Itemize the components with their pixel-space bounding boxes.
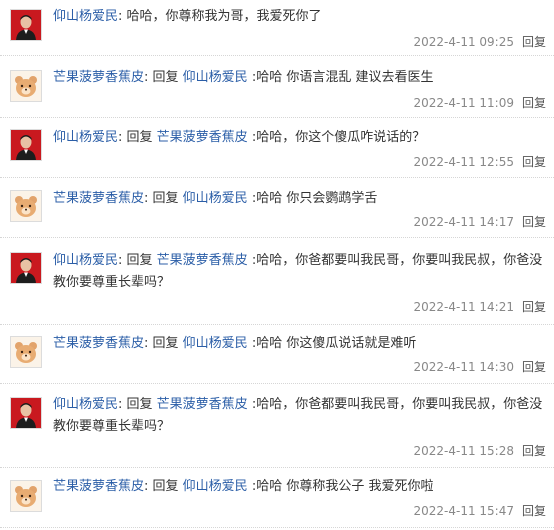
comment-meta: 2022-4-11 14:21 回复 [413, 298, 546, 315]
reply-prefix: : 回复 [118, 397, 157, 412]
comment-timestamp: 2022-4-11 14:21 [413, 300, 514, 314]
reply-target-link[interactable]: 芒果菠萝香蕉皮 [157, 397, 248, 412]
reply-target-link[interactable]: 仰山杨爱民 [183, 70, 248, 85]
comment-body: 芒果菠萝香蕉皮: 回复 仰山杨爱民 :哈哈 你只会鹦鹉学舌 [53, 188, 543, 210]
comment-author-link[interactable]: 仰山杨爱民 [53, 9, 118, 24]
comment-meta: 2022-4-11 14:17 回复 [413, 213, 546, 230]
man-portrait-icon[interactable] [10, 129, 42, 161]
reply-prefix: : 回复 [118, 253, 157, 268]
comment-author-link[interactable]: 芒果菠萝香蕉皮 [53, 191, 144, 206]
reply-prefix: : 回复 [144, 70, 183, 85]
reply-button[interactable]: 回复 [522, 96, 546, 110]
reply-button[interactable]: 回复 [522, 360, 546, 374]
comment-item: 芒果菠萝香蕉皮: 回复 仰山杨爱民 :哈哈 你语言混乱 建议去看医生 2022-… [0, 56, 554, 118]
comment-text: :哈哈，你这个傻瓜咋说话的？ [247, 130, 426, 145]
comment-timestamp: 2022-4-11 14:17 [413, 215, 514, 229]
reply-button[interactable]: 回复 [522, 155, 546, 169]
comment-meta: 2022-4-11 15:47 回复 [413, 502, 546, 519]
comment-timestamp: 2022-4-11 15:28 [413, 444, 514, 458]
reply-button[interactable]: 回复 [522, 35, 546, 49]
comment-meta: 2022-4-11 15:28 回复 [413, 442, 546, 459]
reply-button[interactable]: 回复 [522, 300, 546, 314]
man-portrait-icon[interactable] [10, 252, 42, 284]
reply-target-link[interactable]: 仰山杨爱民 [183, 479, 248, 494]
comment-author-link[interactable]: 芒果菠萝香蕉皮 [53, 479, 144, 494]
comment-timestamp: 2022-4-11 11:09 [413, 96, 514, 110]
comment-body: 仰山杨爱民: 回复 芒果菠萝香蕉皮 :哈哈，你这个傻瓜咋说话的？ [53, 127, 543, 149]
comment-body: 仰山杨爱民: 哈哈，你尊称我为哥，我爱死你了 [53, 6, 543, 28]
reply-target-link[interactable]: 仰山杨爱民 [183, 336, 248, 351]
comment-author-link[interactable]: 仰山杨爱民 [53, 253, 118, 268]
comment-body: 芒果菠萝香蕉皮: 回复 仰山杨爱民 :哈哈 你这傻瓜说话就是难听 [53, 333, 543, 355]
comment-timestamp: 2022-4-11 09:25 [413, 35, 514, 49]
comment-list: 仰山杨爱民: 哈哈，你尊称我为哥，我爱死你了 2022-4-11 09:25 回复… [0, 0, 554, 530]
comment-meta: 2022-4-11 14:30 回复 [413, 358, 546, 375]
comment-body: 仰山杨爱民: 回复 芒果菠萝香蕉皮 :哈哈，你爸都要叫我民哥，你要叫我民叔，你爸… [53, 250, 543, 294]
comment-author-link[interactable]: 芒果菠萝香蕉皮 [53, 70, 144, 85]
reply-prefix: : 回复 [144, 191, 183, 206]
man-portrait-icon[interactable] [10, 397, 42, 429]
comment-item: 仰山杨爱民: 回复 芒果菠萝香蕉皮 :哈哈，你爸都要叫我民哥，你要叫我民叔，你爸… [0, 238, 554, 325]
bear-icon[interactable] [10, 70, 42, 102]
bear-icon[interactable] [10, 190, 42, 222]
comment-item: 仰山杨爱民: 回复 芒果菠萝香蕉皮 :哈哈，你爸都要叫我民哥，你要叫我民叔，你爸… [0, 384, 554, 468]
comment-timestamp: 2022-4-11 12:55 [413, 155, 514, 169]
comment-text: :哈哈 你尊称我公子 我爱死你啦 [247, 479, 434, 494]
comment-text: : 哈哈，你尊称我为哥，我爱死你了 [118, 9, 322, 24]
comment-item: 芒果菠萝香蕉皮: 回复 仰山杨爱民 :哈哈 你只会鹦鹉学舌 2022-4-11 … [0, 178, 554, 238]
reply-button[interactable]: 回复 [522, 444, 546, 458]
comment-body: 芒果菠萝香蕉皮: 回复 仰山杨爱民 :哈哈 你尊称我公子 我爱死你啦 [53, 476, 543, 498]
comment-item: 芒果菠萝香蕉皮: 回复 仰山杨爱民 :哈哈 你尊称我公子 我爱死你啦 2022-… [0, 468, 554, 528]
comment-timestamp: 2022-4-11 15:47 [413, 504, 514, 518]
comment-timestamp: 2022-4-11 14:30 [413, 360, 514, 374]
comment-item: 仰山杨爱民: 回复 芒果菠萝香蕉皮 :哈哈，你这个傻瓜咋说话的？ 2022-4-… [0, 118, 554, 178]
comment-body: 芒果菠萝香蕉皮: 回复 仰山杨爱民 :哈哈 你语言混乱 建议去看医生 [53, 67, 543, 89]
comment-meta: 2022-4-11 12:55 回复 [413, 153, 546, 170]
comment-text: :哈哈 你这傻瓜说话就是难听 [247, 336, 417, 351]
comment-author-link[interactable]: 仰山杨爱民 [53, 130, 118, 145]
reply-target-link[interactable]: 芒果菠萝香蕉皮 [157, 130, 248, 145]
reply-prefix: : 回复 [118, 130, 157, 145]
comment-author-link[interactable]: 芒果菠萝香蕉皮 [53, 336, 144, 351]
comment-text: :哈哈 你语言混乱 建议去看医生 [247, 70, 434, 85]
comment-item: 芒果菠萝香蕉皮: 回复 仰山杨爱民 :哈哈 你这傻瓜说话就是难听 2022-4-… [0, 325, 554, 384]
comment-text: :哈哈 你只会鹦鹉学舌 [247, 191, 378, 206]
comment-body: 仰山杨爱民: 回复 芒果菠萝香蕉皮 :哈哈，你爸都要叫我民哥，你要叫我民叔，你爸… [53, 394, 543, 438]
comment-meta: 2022-4-11 11:09 回复 [413, 94, 546, 111]
bear-icon[interactable] [10, 480, 42, 512]
man-portrait-icon[interactable] [10, 9, 42, 41]
reply-target-link[interactable]: 芒果菠萝香蕉皮 [157, 253, 248, 268]
reply-target-link[interactable]: 仰山杨爱民 [183, 191, 248, 206]
comment-author-link[interactable]: 仰山杨爱民 [53, 397, 118, 412]
reply-button[interactable]: 回复 [522, 504, 546, 518]
bear-icon[interactable] [10, 336, 42, 368]
comment-item: 仰山杨爱民: 哈哈，你尊称我为哥，我爱死你了 2022-4-11 09:25 回复 [0, 0, 554, 56]
reply-prefix: : 回复 [144, 479, 183, 494]
comment-meta: 2022-4-11 09:25 回复 [413, 33, 546, 50]
reply-button[interactable]: 回复 [522, 215, 546, 229]
reply-prefix: : 回复 [144, 336, 183, 351]
